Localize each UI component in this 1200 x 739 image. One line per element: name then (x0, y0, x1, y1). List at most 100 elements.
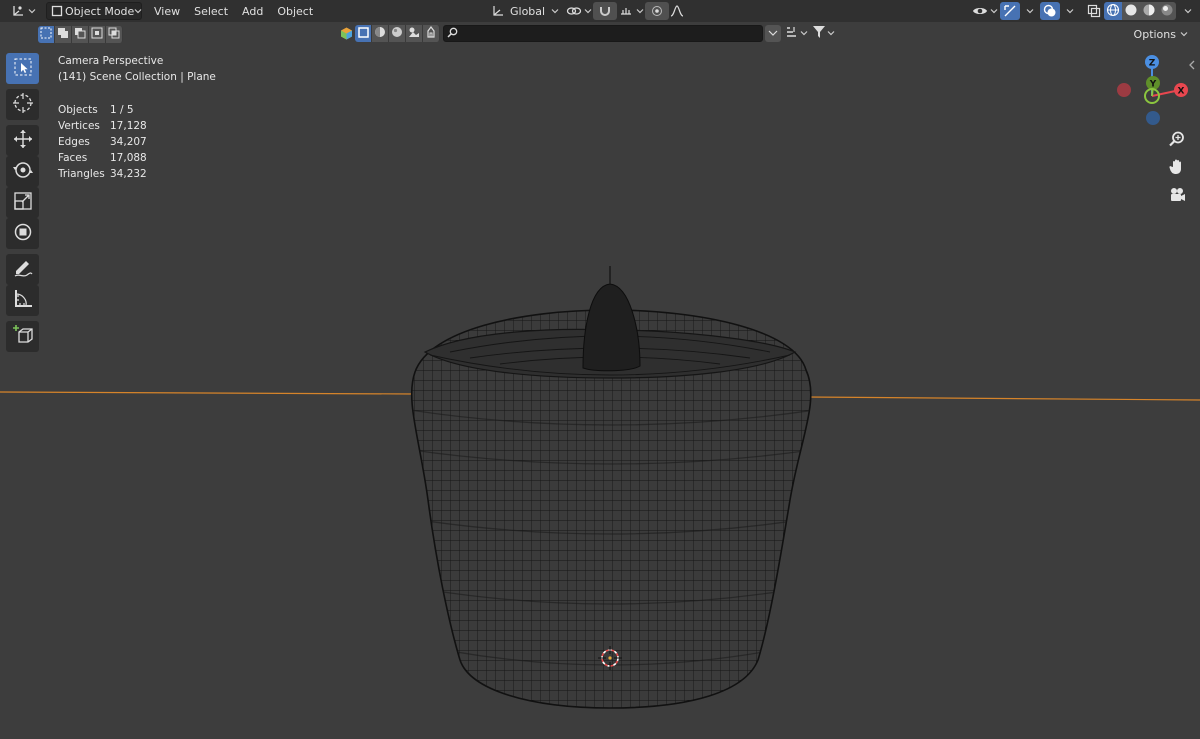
wick-object[interactable] (582, 266, 641, 372)
stat-value: 34,207 (110, 136, 147, 148)
tool-scale[interactable] (6, 187, 39, 218)
filter-dropdown[interactable] (812, 25, 835, 42)
material-shading-button[interactable] (1140, 2, 1158, 20)
menu-view[interactable]: View (150, 2, 184, 20)
overlay-icon (1043, 3, 1057, 19)
dropdown-arrow-button[interactable] (765, 25, 781, 42)
select-extend-button[interactable] (55, 25, 72, 43)
search-box[interactable] (443, 25, 763, 42)
stat-label: Faces (58, 152, 88, 164)
pivot-point-dropdown[interactable] (562, 2, 596, 20)
chevron-down-icon (584, 7, 592, 15)
gizmo-dropdown[interactable] (1020, 2, 1038, 20)
stat-value: 17,088 (110, 152, 147, 164)
stat-row-vertices: Vertices 17,128 (58, 118, 216, 134)
filter-material-button[interactable] (372, 25, 389, 42)
shading-group (1104, 2, 1176, 20)
menu-add[interactable]: Add (238, 2, 267, 20)
mode-dropdown[interactable]: Object Mode (46, 2, 142, 20)
tool-transform[interactable] (6, 218, 39, 249)
filter-scene-button[interactable] (406, 25, 423, 42)
link-icon (566, 3, 582, 19)
sidebar-expand-tab[interactable] (1188, 58, 1196, 72)
search-input[interactable] (462, 27, 752, 40)
select-extend-icon (57, 27, 69, 42)
gizmo-neg-z[interactable] (1146, 111, 1160, 125)
gizmo-toggle[interactable] (1000, 2, 1020, 20)
snap-target-dropdown[interactable] (614, 2, 648, 20)
proportional-edit-icon (649, 3, 665, 19)
pan-button[interactable] (1165, 156, 1189, 180)
transform-icon (12, 221, 34, 246)
menu-select[interactable]: Select (190, 2, 232, 20)
scale-icon (12, 190, 34, 215)
filter-object-button[interactable] (355, 25, 372, 42)
stat-label: Objects (58, 104, 98, 116)
shading-dropdown[interactable] (1178, 2, 1196, 20)
filter-light-button[interactable] (423, 25, 440, 42)
zoom-button[interactable] (1165, 128, 1189, 152)
magnet-icon (597, 3, 613, 19)
stat-label: Edges (58, 136, 90, 148)
select-new-icon (40, 27, 52, 42)
gizmo-neg-x[interactable] (1117, 83, 1131, 97)
tool-cursor[interactable] (6, 89, 39, 120)
menu-object[interactable]: Object (273, 2, 317, 20)
chevron-down-icon (28, 7, 36, 15)
proportional-falloff-dropdown[interactable] (665, 2, 689, 20)
gizmo-z-label: Z (1149, 59, 1156, 69)
gizmo-x-label: X (1178, 87, 1185, 97)
search-icon (447, 27, 458, 41)
square-icon (357, 26, 369, 41)
solid-shading-button[interactable] (1122, 2, 1140, 20)
tool-rotate[interactable] (6, 156, 39, 187)
tool-measure[interactable] (6, 285, 39, 316)
rendered-sphere-icon (1160, 3, 1174, 20)
stat-value: 1 / 5 (110, 104, 134, 116)
rendered-shading-button[interactable] (1158, 2, 1176, 20)
options-label: Options (1133, 27, 1176, 41)
solid-sphere-icon (1124, 3, 1138, 20)
visibility-dropdown[interactable] (968, 2, 1002, 20)
chevron-down-icon (134, 7, 142, 15)
xray-icon (1086, 3, 1102, 19)
camera-view-button[interactable] (1165, 184, 1189, 208)
tool-select-box[interactable] (6, 53, 39, 84)
chevron-down-icon (800, 27, 808, 40)
viewport-info-overlay: Camera Perspective (141) Scene Collectio… (58, 53, 216, 182)
funnel-icon (812, 25, 826, 42)
xray-toggle[interactable] (1082, 2, 1106, 20)
snap-increment-icon (618, 3, 634, 19)
transform-orientation-dropdown[interactable]: Global (486, 2, 563, 20)
navigation-gizmo[interactable]: Z Y X (1110, 52, 1190, 128)
select-new-button[interactable] (38, 25, 55, 43)
gizmo-icon (1003, 3, 1017, 19)
overlay-toggle[interactable] (1040, 2, 1060, 20)
stat-row-edges: Edges 34,207 (58, 134, 216, 150)
move-icon (12, 128, 34, 153)
chevron-down-icon (1066, 7, 1074, 15)
falloff-curve-icon (669, 3, 685, 19)
editor-type-button[interactable] (6, 2, 40, 20)
visibility-icon (972, 3, 988, 19)
sort-dropdown[interactable] (785, 25, 808, 42)
select-subtract-button[interactable] (72, 25, 89, 43)
chevron-down-icon (1026, 7, 1034, 15)
navigation-buttons (1165, 128, 1191, 212)
view-name: Camera Perspective (58, 55, 164, 67)
filter-world-button[interactable] (389, 25, 406, 42)
tool-annotate[interactable] (6, 254, 39, 285)
select-intersect-button[interactable] (106, 25, 123, 43)
chevron-down-icon (1180, 30, 1188, 38)
overlay-dropdown[interactable] (1060, 2, 1078, 20)
list-icon (785, 25, 799, 42)
world-icon (391, 26, 403, 41)
add-cube-icon (12, 324, 34, 349)
wireframe-shading-button[interactable] (1104, 2, 1122, 20)
options-dropdown[interactable]: Options (1128, 25, 1194, 43)
tool-add-cube[interactable] (6, 321, 39, 352)
select-invert-button[interactable] (89, 25, 106, 43)
tool-move[interactable] (6, 125, 39, 156)
color-palette-icon[interactable] (338, 25, 355, 42)
tool-shelf (6, 53, 42, 352)
